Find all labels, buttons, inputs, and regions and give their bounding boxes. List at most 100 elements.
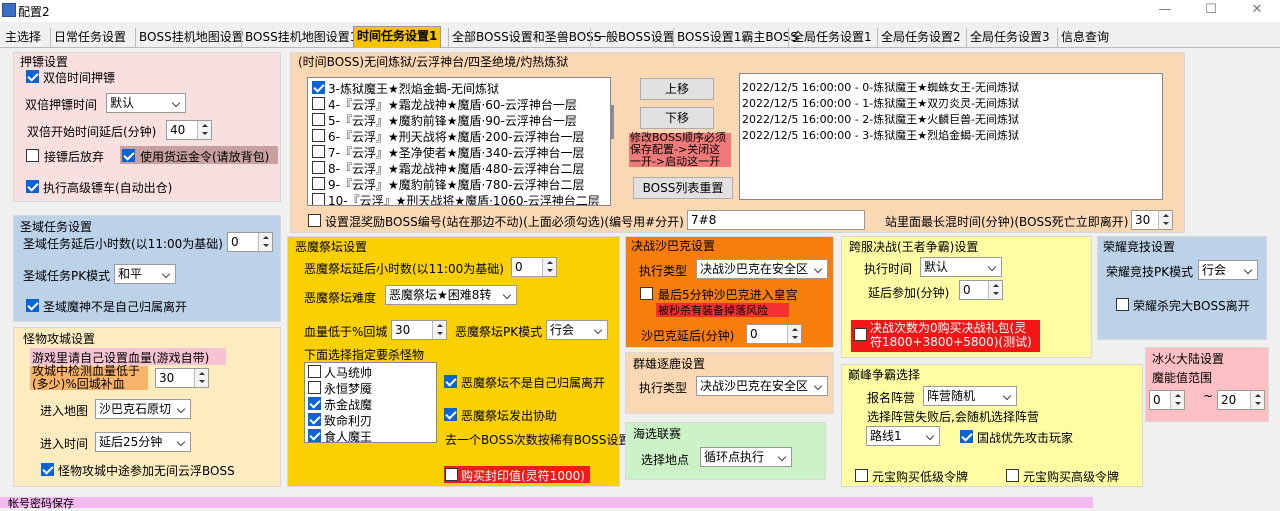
move-down-button[interactable]: 下移	[640, 107, 714, 129]
boss-item[interactable]: 6-『云浮』★刑天战将★魔盾·200-云浮神台一层	[328, 128, 585, 145]
boss-item-checkbox[interactable]	[312, 129, 325, 142]
holy-pk-select[interactable]: 和平	[114, 264, 176, 284]
boss-item-checkbox[interactable]	[312, 177, 325, 190]
spinner-arrows-icon[interactable]	[194, 369, 208, 387]
mixed-boss-input[interactable]: 7#8	[687, 210, 865, 230]
shabake-last5-checkbox[interactable]	[640, 287, 653, 300]
give-up-checkbox[interactable]	[26, 149, 39, 162]
monster-checkbox[interactable]	[308, 397, 321, 410]
shabake-type-select[interactable]: 决战沙巴克在安全区	[696, 259, 828, 279]
siege-time-select[interactable]: 延后25分钟	[95, 432, 191, 452]
monster-item[interactable]: 赤金战魔	[324, 396, 372, 413]
monster-item[interactable]: 人马统帅	[324, 364, 372, 381]
monster-item[interactable]: 致命利刃	[324, 412, 372, 429]
boss-item[interactable]: 5-『云浮』★魔豹前锋★魔盾·90-云浮神台一层	[328, 112, 577, 129]
minimize-button[interactable]: —	[1142, 0, 1188, 22]
spinner-arrows-icon[interactable]	[988, 281, 1002, 299]
siege-map-select[interactable]: 沙巴克石原切	[95, 399, 191, 419]
boss-item-checkbox[interactable]	[312, 161, 325, 174]
demon-delay-spinner[interactable]: 0	[511, 257, 557, 277]
spinner-arrows-icon[interactable]	[258, 233, 272, 251]
tab-time-task-1[interactable]: 时间任务设置1	[353, 26, 442, 48]
haixuan-loc-select[interactable]: 循环点执行	[700, 447, 792, 467]
monster-item[interactable]: 食人魔王	[324, 428, 372, 442]
boss-item-checkbox[interactable]	[312, 81, 325, 94]
ice-fire-max-spinner[interactable]: 20	[1217, 390, 1265, 410]
boss-item[interactable]: 7-『云浮』★圣净使者★魔盾·340-云浮神台一层	[328, 144, 585, 161]
auto-escort-checkbox[interactable]	[26, 180, 39, 193]
double-time-label: 双倍时间押镖	[43, 71, 116, 85]
holy-leave-checkbox[interactable]	[26, 299, 39, 312]
peak-road-select[interactable]: 路线1	[866, 426, 940, 446]
delay-spinner[interactable]: 40	[166, 120, 212, 140]
demon-assist-checkbox[interactable]	[444, 408, 457, 421]
reset-boss-list-button[interactable]: BOSS列表重置	[633, 177, 733, 199]
demon-hp-spinner[interactable]: 30	[391, 320, 447, 340]
tab-all-boss[interactable]: 全部BOSS设置和圣兽BOSS	[448, 28, 604, 48]
use-goods-checkbox[interactable]	[122, 149, 135, 162]
boss-item-checkbox[interactable]	[312, 193, 325, 205]
mixed-boss-checkbox[interactable]	[308, 214, 321, 227]
tab-boss-overlord[interactable]: BOSS设置1霸主BOSS	[673, 28, 801, 48]
peak-prefer-checkbox[interactable]	[960, 430, 973, 443]
boss-item[interactable]: 3-炼狱魔王★烈焰金蝎-无间炼狱	[328, 80, 499, 97]
order-warning: 修改BOSS顺序必须保存配置->关闭这一开->启动这一开	[630, 131, 726, 168]
honor-pk-select[interactable]: 行会	[1198, 260, 1258, 280]
peak-high-checkbox[interactable]	[1006, 469, 1019, 482]
demon-not-own-checkbox[interactable]	[444, 375, 457, 388]
move-up-button[interactable]: 上移	[640, 78, 714, 100]
tab-boss-map[interactable]: BOSS挂机地图设置	[135, 28, 247, 48]
monster-checkbox[interactable]	[308, 381, 321, 394]
tab-main[interactable]: 主选择	[2, 28, 44, 48]
spinner-arrows-icon[interactable]	[787, 325, 801, 343]
siege-join-checkbox[interactable]	[41, 463, 54, 476]
spinner-arrows-icon[interactable]	[432, 321, 446, 339]
tab-boss-map-1[interactable]: BOSS挂机地图设置1	[241, 28, 360, 48]
demon-pk-select[interactable]: 行会	[546, 320, 608, 340]
cross-buy-checkbox[interactable]	[854, 328, 867, 341]
boss-item[interactable]: 10-『云浮』★刑天战将★魔盾·1060-云浮神台二层	[328, 192, 600, 205]
tab-global-1[interactable]: 全局任务设置1	[788, 28, 875, 48]
boss-log[interactable]: 2022/12/5 16:00:00 - 0-炼狱魔王★蜘蛛女王-无间炼狱 20…	[739, 73, 1163, 200]
tab-daily[interactable]: 日常任务设置	[50, 28, 129, 48]
demon-buy-checkbox[interactable]	[445, 468, 458, 481]
spinner-arrows-icon[interactable]	[1158, 211, 1172, 229]
boss-item[interactable]: 8-『云浮』★霜龙战神★魔盾·480-云浮神台二层	[328, 160, 585, 177]
spinner-arrows-icon[interactable]	[542, 258, 556, 276]
honor-leave-checkbox[interactable]	[1116, 298, 1129, 311]
cross-delay-spinner[interactable]: 0	[959, 280, 1003, 300]
close-button[interactable]: ✕	[1234, 0, 1280, 22]
boss-item-checkbox[interactable]	[312, 113, 325, 126]
spinner-arrows-icon[interactable]	[1170, 391, 1184, 409]
maximize-button[interactable]: ☐	[1188, 0, 1234, 22]
spinner-arrows-icon[interactable]	[1250, 391, 1264, 409]
boss-item[interactable]: 4-『云浮』★霜龙战神★魔盾·60-云浮神台一层	[328, 96, 577, 113]
peak-camp-select[interactable]: 阵营随机	[923, 386, 1017, 406]
shabake-delay-spinner[interactable]: 0	[746, 324, 802, 344]
double-time-select[interactable]: 默认	[106, 93, 186, 113]
siege-hp-spinner[interactable]: 30	[155, 368, 209, 388]
boss-item-checkbox[interactable]	[312, 145, 325, 158]
tab-info[interactable]: 信息查询	[1057, 28, 1112, 48]
monster-item[interactable]: 永恒梦魇	[324, 380, 372, 397]
double-time-checkbox[interactable]	[26, 70, 39, 83]
qunxiong-type-select[interactable]: 决战沙巴克在安全区	[696, 376, 828, 396]
boss-item-checkbox[interactable]	[312, 97, 325, 110]
peak-low-checkbox[interactable]	[855, 469, 868, 482]
demon-diff-select[interactable]: 恶魔祭坛★困难8转	[385, 285, 517, 305]
demon-monster-list[interactable]: 人马统帅 永恒梦魇 赤金战魔 致命利刃 食人魔王	[304, 362, 437, 443]
tab-general-boss[interactable]: 一般BOSS设置	[590, 28, 678, 48]
tab-global-2[interactable]: 全局任务设置2	[877, 28, 964, 48]
boss-checklist[interactable]: 3-炼狱魔王★烈焰金蝎-无间炼狱 4-『云浮』★霜龙战神★魔盾·60-云浮神台一…	[307, 77, 611, 206]
monster-checkbox[interactable]	[308, 365, 321, 378]
monster-checkbox[interactable]	[308, 413, 321, 426]
holy-delay-spinner[interactable]: 0	[227, 232, 273, 252]
stand-time-spinner[interactable]: 30	[1131, 210, 1173, 230]
boss-item[interactable]: 9-『云浮』★魔豹前锋★魔盾·780-云浮神台二层	[328, 176, 585, 193]
tab-global-3[interactable]: 全局任务设置3	[966, 28, 1053, 48]
spinner-arrows-icon[interactable]	[197, 121, 211, 139]
monster-checkbox[interactable]	[308, 429, 321, 442]
ice-fire-min-spinner[interactable]: 0	[1149, 390, 1185, 410]
list-scrollbar-thumb[interactable]	[611, 105, 614, 139]
cross-time-select[interactable]: 默认	[920, 257, 1002, 277]
